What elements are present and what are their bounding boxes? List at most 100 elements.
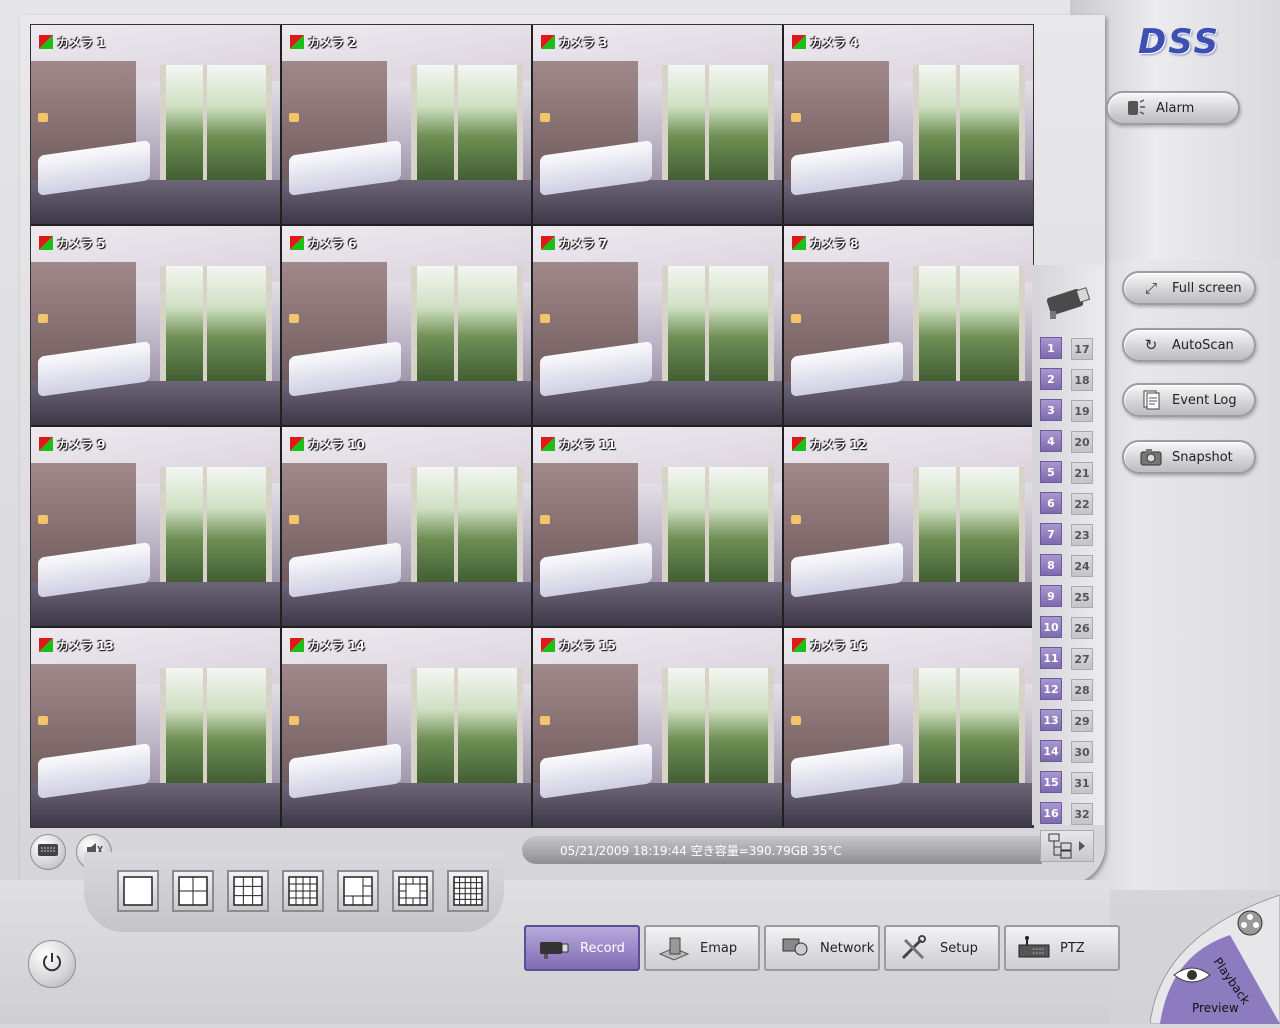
keyboard-button[interactable] — [30, 834, 66, 870]
channel-button[interactable]: 24 — [1071, 555, 1093, 577]
camera-tile[interactable]: カメラ 3 — [533, 25, 782, 224]
channel-button[interactable]: 13 — [1040, 709, 1062, 731]
channel-button[interactable]: 2 — [1040, 368, 1062, 390]
channel-button[interactable]: 1 — [1040, 337, 1062, 359]
alarm-button[interactable]: Alarm — [1106, 91, 1240, 125]
channel-button[interactable]: 8 — [1040, 554, 1062, 576]
channel-button[interactable]: 6 — [1040, 492, 1062, 514]
channel-button[interactable]: 28 — [1071, 679, 1093, 701]
camera-tile[interactable]: カメラ 2 — [282, 25, 531, 224]
layout-1-button[interactable] — [117, 870, 159, 912]
camera-tile[interactable]: カメラ 6 — [282, 226, 531, 425]
full-screen-button[interactable]: ⤢ Full screen — [1122, 271, 1256, 305]
layout-4-button[interactable] — [172, 870, 214, 912]
channel-button[interactable]: 21 — [1071, 462, 1093, 484]
channel-button[interactable]: 18 — [1071, 369, 1093, 391]
camera-tile[interactable]: カメラ 12 — [784, 427, 1033, 626]
camera-feed-lamp — [289, 313, 300, 324]
camera-feed-lamp — [38, 715, 49, 726]
channel-button[interactable]: 29 — [1071, 710, 1093, 732]
channel-button[interactable]: 3 — [1040, 399, 1062, 421]
camera-feed-lamp — [289, 715, 300, 726]
camera-feed-window — [913, 466, 1026, 587]
document-icon — [1140, 390, 1162, 410]
layout-16-button[interactable] — [282, 870, 324, 912]
camera-name: カメラ 1 — [57, 35, 106, 50]
channel-button[interactable]: 7 — [1040, 523, 1062, 545]
camera-tile[interactable]: カメラ 14 — [282, 628, 531, 827]
camera-feed-window — [662, 265, 775, 386]
channel-button[interactable]: 4 — [1040, 430, 1062, 452]
camera-tile[interactable]: カメラ 1 — [31, 25, 280, 224]
channel-button[interactable]: 15 — [1040, 771, 1062, 793]
channel-button[interactable]: 16 — [1040, 802, 1062, 824]
camera-tile[interactable]: カメラ 11 — [533, 427, 782, 626]
channel-button[interactable]: 9 — [1040, 585, 1062, 607]
layout-25-button[interactable] — [447, 870, 489, 912]
channel-button[interactable]: 25 — [1071, 586, 1093, 608]
channel-button[interactable]: 17 — [1071, 338, 1093, 360]
channel-button[interactable]: 20 — [1071, 431, 1093, 453]
camera-tile[interactable]: カメラ 10 — [282, 427, 531, 626]
camera-feed-window — [411, 265, 524, 386]
tab-emap[interactable]: Emap — [644, 925, 760, 971]
status-expand-button[interactable] — [1040, 830, 1094, 862]
snapshot-button[interactable]: Snapshot — [1122, 440, 1256, 474]
channel-button[interactable]: 14 — [1040, 740, 1062, 762]
camera-feed-lamp — [540, 514, 551, 525]
channel-button[interactable]: 23 — [1071, 524, 1093, 546]
tab-network[interactable]: Network — [764, 925, 880, 971]
camera-tile[interactable]: カメラ 8 — [784, 226, 1033, 425]
camera-feed-window — [662, 64, 775, 185]
channel-button[interactable]: 22 — [1071, 493, 1093, 515]
layout-6-button[interactable] — [337, 870, 379, 912]
camera-feed-lamp — [791, 715, 802, 726]
channel-button[interactable]: 31 — [1071, 772, 1093, 794]
camera-tile[interactable]: カメラ 13 — [31, 628, 280, 827]
channel-button[interactable]: 5 — [1040, 461, 1062, 483]
autoscan-button[interactable]: ↻ AutoScan — [1122, 328, 1256, 362]
camera-label: カメラ 6 — [290, 236, 357, 251]
camera-tile[interactable]: カメラ 5 — [31, 226, 280, 425]
camera-status-flag-icon — [39, 638, 53, 652]
camera-feed-window — [160, 667, 273, 788]
camera-name: カメラ 16 — [810, 638, 867, 653]
tab-setup[interactable]: Setup — [884, 925, 1000, 971]
event-log-button[interactable]: Event Log — [1122, 383, 1256, 417]
layout-9-button[interactable] — [227, 870, 269, 912]
layout-13-button[interactable] — [392, 870, 434, 912]
status-text: 05/21/2009 18:19:44 空き容量=390.79GB 35°C — [560, 843, 842, 858]
channel-button[interactable]: 12 — [1040, 678, 1062, 700]
channel-button[interactable]: 30 — [1071, 741, 1093, 763]
camera-tile[interactable]: カメラ 15 — [533, 628, 782, 827]
camera-status-flag-icon — [290, 437, 304, 451]
camera-tile[interactable]: カメラ 16 — [784, 628, 1033, 827]
camera-tile[interactable]: カメラ 4 — [784, 25, 1033, 224]
camera-label: カメラ 1 — [39, 35, 106, 50]
channel-button[interactable]: 26 — [1071, 617, 1093, 639]
channel-button[interactable]: 32 — [1071, 803, 1093, 825]
tab-ptz[interactable]: PTZ — [1004, 925, 1120, 971]
power-button[interactable] — [28, 940, 76, 988]
camera-label: カメラ 9 — [39, 437, 106, 452]
camera-feed-window — [913, 265, 1026, 386]
tab-record[interactable]: Record — [524, 925, 640, 971]
layout-6-icon — [343, 876, 373, 906]
camera-status-flag-icon — [290, 35, 304, 49]
channel-button[interactable]: 10 — [1040, 616, 1062, 638]
camera-feed-window-bar — [202, 667, 207, 788]
camera-tile[interactable]: カメラ 9 — [31, 427, 280, 626]
channel-button[interactable]: 27 — [1071, 648, 1093, 670]
channel-button[interactable]: 19 — [1071, 400, 1093, 422]
full-screen-label: Full screen — [1172, 280, 1242, 296]
camera-name: カメラ 5 — [57, 236, 106, 251]
camera-name: カメラ 2 — [308, 35, 357, 50]
channel-button[interactable]: 11 — [1040, 647, 1062, 669]
camera-feed-window — [160, 64, 273, 185]
building-icon — [656, 933, 692, 963]
camera-tile[interactable]: カメラ 7 — [533, 226, 782, 425]
snapshot-label: Snapshot — [1172, 449, 1233, 465]
camera-name: カメラ 6 — [308, 236, 357, 251]
preview-button[interactable]: Preview — [1192, 1001, 1239, 1015]
tab-ptz-label: PTZ — [1060, 940, 1085, 956]
